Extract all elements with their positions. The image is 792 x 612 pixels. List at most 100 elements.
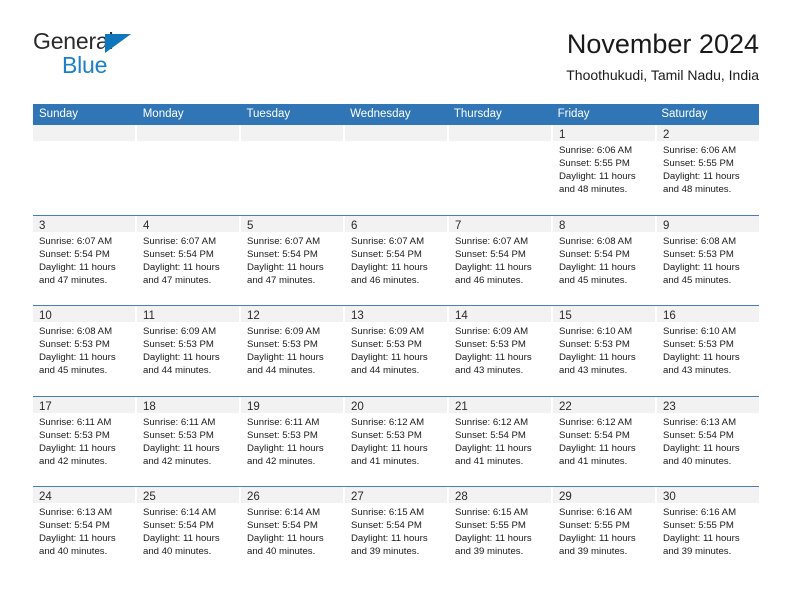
day-cell-19[interactable]: 19 Sunrise: 6:11 AM Sunset: 5:53 PM Dayligh… xyxy=(241,396,345,487)
day-number: 23 xyxy=(663,400,676,413)
day-detail-line: Sunrise: 6:08 AM xyxy=(39,326,113,338)
day-cell-9[interactable]: 9 Sunrise: 6:08 AM Sunset: 5:53 PM Daylight… xyxy=(657,215,759,306)
day-cell-30[interactable]: 30 Sunrise: 6:16 AM Sunset: 5:55 PM Dayligh… xyxy=(657,487,759,577)
day-details: Sunrise: 6:12 AM Sunset: 5:54 PM Daylight:… xyxy=(449,413,551,468)
day-number: 21 xyxy=(455,400,468,413)
day-detail-line: Daylight: 11 hours xyxy=(143,533,220,545)
day-detail-line: and 40 minutes. xyxy=(143,546,212,558)
day-details xyxy=(449,141,551,144)
day-cell-25[interactable]: 25 Sunrise: 6:14 AM Sunset: 5:54 PM Dayligh… xyxy=(137,487,241,577)
day-number-bar: 27 xyxy=(345,487,447,504)
day-cell-16[interactable]: 16 Sunrise: 6:10 AM Sunset: 5:53 PM Dayligh… xyxy=(657,306,759,396)
day-detail-line: and 44 minutes. xyxy=(143,365,212,377)
weekday-header-monday: Monday xyxy=(142,108,184,120)
day-number-bar: 1 xyxy=(553,125,655,141)
day-detail-line: Sunrise: 6:12 AM xyxy=(455,416,529,428)
day-details xyxy=(345,141,447,144)
day-cell-28[interactable]: 28 Sunrise: 6:15 AM Sunset: 5:55 PM Dayligh… xyxy=(449,487,553,577)
day-cell-4[interactable]: 4 Sunrise: 6:07 AM Sunset: 5:54 PM Daylight… xyxy=(137,215,241,306)
day-number: 16 xyxy=(663,310,676,323)
day-detail-line: and 40 minutes. xyxy=(247,546,316,558)
day-detail-line: and 43 minutes. xyxy=(663,365,732,377)
day-detail-line: Daylight: 11 hours xyxy=(247,352,324,364)
day-detail-line: Daylight: 11 hours xyxy=(143,352,220,364)
day-detail-line: Sunset: 5:55 PM xyxy=(455,520,526,532)
day-detail-line: Sunset: 5:54 PM xyxy=(39,520,110,532)
day-detail-line: and 43 minutes. xyxy=(455,365,524,377)
day-number-bar: 4 xyxy=(137,215,239,232)
logo-triangle-icon xyxy=(105,34,131,53)
day-detail-line: Sunset: 5:53 PM xyxy=(455,339,526,351)
day-cell-5[interactable]: 5 Sunrise: 6:07 AM Sunset: 5:54 PM Daylight… xyxy=(241,215,345,306)
day-detail-line: and 41 minutes. xyxy=(455,455,524,467)
day-detail-line: and 43 minutes. xyxy=(559,365,628,377)
weekday-header-sunday: Sunday xyxy=(39,108,79,120)
day-cell-14[interactable]: 14 Sunrise: 6:09 AM Sunset: 5:53 PM Dayligh… xyxy=(449,306,553,396)
day-number-bar: 2 xyxy=(657,125,759,141)
day-detail-line: Sunrise: 6:08 AM xyxy=(663,235,737,247)
day-number: 9 xyxy=(663,219,670,232)
day-detail-line: Sunset: 5:53 PM xyxy=(247,429,318,441)
day-detail-line: Sunrise: 6:15 AM xyxy=(455,507,529,519)
day-cell-12[interactable]: 12 Sunrise: 6:09 AM Sunset: 5:53 PM Dayligh… xyxy=(241,306,345,396)
day-cell-8[interactable]: 8 Sunrise: 6:08 AM Sunset: 5:54 PM Daylight… xyxy=(553,215,657,306)
weekday-header-tuesday: Tuesday xyxy=(246,108,291,120)
day-detail-line: Sunrise: 6:06 AM xyxy=(559,145,633,156)
day-detail-line: Sunrise: 6:07 AM xyxy=(143,235,217,247)
day-cell-empty xyxy=(241,125,345,215)
day-cell-21[interactable]: 21 Sunrise: 6:12 AM Sunset: 5:54 PM Dayligh… xyxy=(449,396,553,487)
day-detail-line: Sunset: 5:53 PM xyxy=(351,339,422,351)
day-detail-line: Sunset: 5:53 PM xyxy=(351,429,422,441)
day-detail-line: Sunrise: 6:09 AM xyxy=(351,326,425,338)
day-cell-2[interactable]: 2 Sunrise: 6:06 AM Sunset: 5:55 PM Daylight… xyxy=(657,125,759,215)
day-detail-line: Daylight: 11 hours xyxy=(247,261,324,273)
day-number: 20 xyxy=(351,400,364,413)
day-cell-20[interactable]: 20 Sunrise: 6:12 AM Sunset: 5:53 PM Dayligh… xyxy=(345,396,449,487)
day-cell-23[interactable]: 23 Sunrise: 6:13 AM Sunset: 5:54 PM Dayligh… xyxy=(657,396,759,487)
day-number: 18 xyxy=(143,400,156,413)
day-cell-13[interactable]: 13 Sunrise: 6:09 AM Sunset: 5:53 PM Dayligh… xyxy=(345,306,449,396)
day-cell-27[interactable]: 27 Sunrise: 6:15 AM Sunset: 5:54 PM Dayligh… xyxy=(345,487,449,577)
day-cell-10[interactable]: 10 Sunrise: 6:08 AM Sunset: 5:53 PM Dayligh… xyxy=(33,306,137,396)
day-cell-6[interactable]: 6 Sunrise: 6:07 AM Sunset: 5:54 PM Daylight… xyxy=(345,215,449,306)
day-number-bar: 14 xyxy=(449,306,551,323)
day-cell-22[interactable]: 22 Sunrise: 6:12 AM Sunset: 5:54 PM Dayligh… xyxy=(553,396,657,487)
day-cell-29[interactable]: 29 Sunrise: 6:16 AM Sunset: 5:55 PM Dayligh… xyxy=(553,487,657,577)
day-detail-line: Sunset: 5:54 PM xyxy=(455,248,526,260)
weekday-header-friday: Friday xyxy=(557,108,590,120)
day-number-bar: 8 xyxy=(553,215,655,232)
day-details: Sunrise: 6:12 AM Sunset: 5:54 PM Daylight:… xyxy=(553,413,655,468)
day-number-bar xyxy=(345,125,447,141)
day-cell-18[interactable]: 18 Sunrise: 6:11 AM Sunset: 5:53 PM Dayligh… xyxy=(137,396,241,487)
day-detail-line: Sunset: 5:55 PM xyxy=(559,158,630,169)
day-detail-line: Daylight: 11 hours xyxy=(455,261,532,273)
day-detail-line: and 42 minutes. xyxy=(39,455,108,467)
day-details: Sunrise: 6:16 AM Sunset: 5:55 PM Daylight:… xyxy=(657,503,759,558)
day-number: 1 xyxy=(559,129,566,141)
day-cell-15[interactable]: 15 Sunrise: 6:10 AM Sunset: 5:53 PM Dayligh… xyxy=(553,306,657,396)
day-detail-line: and 47 minutes. xyxy=(247,274,316,286)
day-detail-line: Daylight: 11 hours xyxy=(143,261,220,273)
day-cell-3[interactable]: 3 Sunrise: 6:07 AM Sunset: 5:54 PM Daylight… xyxy=(33,215,137,306)
day-detail-line: Sunset: 5:54 PM xyxy=(351,520,422,532)
day-detail-line: Daylight: 11 hours xyxy=(247,442,324,454)
day-number-bar: 20 xyxy=(345,396,447,413)
day-detail-line: Daylight: 11 hours xyxy=(351,352,428,364)
day-cell-17[interactable]: 17 Sunrise: 6:11 AM Sunset: 5:53 PM Dayligh… xyxy=(33,396,137,487)
day-cell-26[interactable]: 26 Sunrise: 6:14 AM Sunset: 5:54 PM Dayligh… xyxy=(241,487,345,577)
day-detail-line: Sunset: 5:54 PM xyxy=(351,248,422,260)
day-detail-line: Sunrise: 6:15 AM xyxy=(351,507,425,519)
day-details: Sunrise: 6:10 AM Sunset: 5:53 PM Daylight:… xyxy=(657,322,759,377)
day-detail-line: Sunrise: 6:12 AM xyxy=(559,416,633,428)
day-cell-11[interactable]: 11 Sunrise: 6:09 AM Sunset: 5:53 PM Dayligh… xyxy=(137,306,241,396)
day-detail-line: Sunset: 5:54 PM xyxy=(559,429,630,441)
day-details: Sunrise: 6:15 AM Sunset: 5:54 PM Daylight:… xyxy=(345,503,447,558)
day-cell-24[interactable]: 24 Sunrise: 6:13 AM Sunset: 5:54 PM Dayligh… xyxy=(33,487,137,577)
day-number-bar: 28 xyxy=(449,487,551,504)
day-detail-line: Daylight: 11 hours xyxy=(39,352,116,364)
day-cell-1[interactable]: 1 Sunrise: 6:06 AM Sunset: 5:55 PM Daylight… xyxy=(553,125,657,215)
day-details: Sunrise: 6:08 AM Sunset: 5:53 PM Daylight:… xyxy=(657,232,759,287)
generalblue-logo[interactable]: General Blue xyxy=(33,28,253,84)
day-number: 26 xyxy=(247,491,260,504)
day-cell-7[interactable]: 7 Sunrise: 6:07 AM Sunset: 5:54 PM Daylight… xyxy=(449,215,553,306)
